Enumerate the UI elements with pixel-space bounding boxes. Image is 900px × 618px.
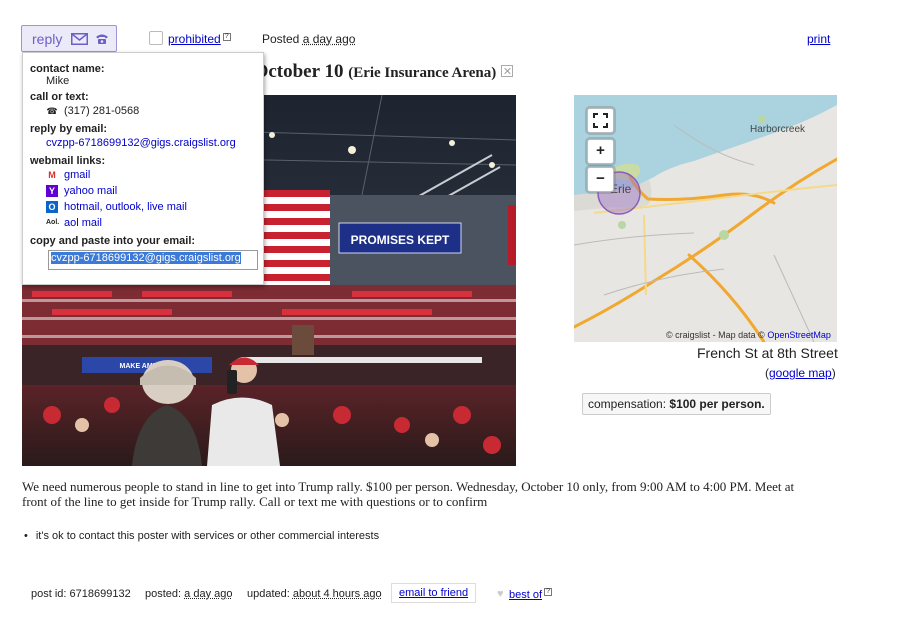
location-map[interactable]: Erie Harborcreek bbox=[574, 95, 837, 342]
map-address: French St at 8th Street bbox=[697, 345, 838, 361]
contact-notice: it's ok to contact this poster with serv… bbox=[24, 530, 379, 542]
posted-prefix: Posted bbox=[262, 32, 300, 46]
phone-number[interactable]: (317) 281-0568 bbox=[64, 105, 139, 117]
footer-posted: posted: a day ago bbox=[145, 588, 232, 600]
google-map-link-wrap: (google map) bbox=[765, 366, 836, 380]
google-map-paren-close: ) bbox=[831, 366, 836, 380]
yahoo-icon: Y bbox=[46, 185, 58, 197]
phone-row: ☎ (317) 281-0568 bbox=[30, 103, 256, 119]
posted-date: Posted a day ago bbox=[262, 32, 355, 46]
webmail-label: webmail links: bbox=[30, 155, 106, 167]
email-to-friend-button[interactable]: email to friend bbox=[391, 583, 477, 603]
webmail-outlook[interactable]: O hotmail, outlook, live mail bbox=[30, 199, 256, 215]
print-link[interactable]: print bbox=[807, 32, 830, 46]
google-map-link[interactable]: google map bbox=[769, 366, 832, 380]
webmail-aol[interactable]: Aol. aol mail bbox=[30, 215, 256, 231]
paste-label: copy and paste into your email: bbox=[30, 235, 196, 247]
promises-kept-banner: PROMISES KEPT bbox=[351, 233, 450, 247]
posting-body: We need numerous people to stand in line… bbox=[22, 479, 795, 509]
hide-posting-icon[interactable] bbox=[501, 65, 514, 77]
prohibited-checkbox[interactable] bbox=[149, 31, 163, 45]
gmail-icon: M bbox=[48, 170, 56, 180]
webmail-yahoo[interactable]: Y yahoo mail bbox=[30, 183, 256, 199]
title-venue: (Erie Insurance Arena) bbox=[348, 65, 497, 81]
compensation-value: $100 per person. bbox=[669, 397, 765, 411]
reply-email-link[interactable]: cvzpp-6718699132@gigs.craigslist.org bbox=[46, 137, 236, 149]
phone-icon: ☎ bbox=[46, 106, 58, 116]
aol-link[interactable]: aol mail bbox=[64, 217, 102, 229]
outlook-icon: O bbox=[46, 201, 58, 213]
map-attribution-text: © craigslist - Map data © bbox=[666, 330, 765, 340]
footer-updated-value: about 4 hours ago bbox=[292, 588, 382, 600]
footer-updated-label: updated: bbox=[247, 588, 290, 600]
compensation-label: compensation: bbox=[588, 397, 667, 411]
footer-posted-label: posted: bbox=[145, 588, 182, 600]
envelope-icon bbox=[71, 32, 89, 45]
reply-email-label: reply by email: bbox=[30, 123, 108, 135]
best-of-label: best of bbox=[509, 589, 543, 601]
contact-name-label: contact name: bbox=[30, 63, 105, 75]
outlook-link[interactable]: hotmail, outlook, live mail bbox=[64, 201, 187, 213]
phone-icon bbox=[96, 34, 109, 44]
call-text-label: call or text: bbox=[30, 91, 89, 103]
footer-posted-value: a day ago bbox=[184, 588, 233, 600]
reply-email-row: cvzpp-6718699132@gigs.craigslist.org bbox=[30, 135, 256, 151]
prohibited-link[interactable]: prohibited? bbox=[168, 32, 231, 46]
reply-popup: contact name: Mike call or text: ☎ (317)… bbox=[22, 52, 264, 285]
prohibited-label: prohibited bbox=[168, 32, 221, 46]
posted-time: a day ago bbox=[302, 32, 356, 46]
fullscreen-button[interactable] bbox=[587, 108, 614, 133]
gmail-link[interactable]: gmail bbox=[64, 169, 90, 181]
reply-label: reply bbox=[32, 30, 63, 47]
fullscreen-icon bbox=[593, 113, 608, 128]
openstreetmap-link[interactable]: OpenStreetMap bbox=[767, 330, 831, 340]
help-icon[interactable]: ? bbox=[544, 588, 553, 596]
best-of-link[interactable]: best of? bbox=[509, 588, 553, 601]
heart-icon[interactable]: ♥ bbox=[497, 588, 504, 600]
aol-icon: Aol. bbox=[46, 219, 60, 226]
yahoo-link[interactable]: yahoo mail bbox=[64, 185, 117, 197]
post-id: post id: 6718699132 bbox=[31, 588, 131, 600]
webmail-gmail[interactable]: M gmail bbox=[30, 167, 256, 183]
compensation-box: compensation: $100 per person. bbox=[582, 393, 771, 415]
paste-email-field[interactable]: cvzpp-6718699132@gigs.craigslist.org bbox=[48, 250, 258, 270]
help-icon[interactable]: ? bbox=[222, 33, 231, 41]
zoom-out-button[interactable]: − bbox=[587, 167, 614, 192]
map-attribution: © craigslist - Map data © OpenStreetMap bbox=[666, 330, 831, 340]
zoom-in-button[interactable]: + bbox=[587, 139, 614, 164]
reply-button[interactable]: reply bbox=[21, 25, 117, 52]
contact-name-value: Mike bbox=[46, 75, 70, 87]
paste-email-value: cvzpp-6718699132@gigs.craigslist.org bbox=[51, 252, 241, 264]
map-label-harborcreek: Harborcreek bbox=[750, 124, 806, 135]
footer-updated: updated: about 4 hours ago bbox=[247, 588, 382, 600]
